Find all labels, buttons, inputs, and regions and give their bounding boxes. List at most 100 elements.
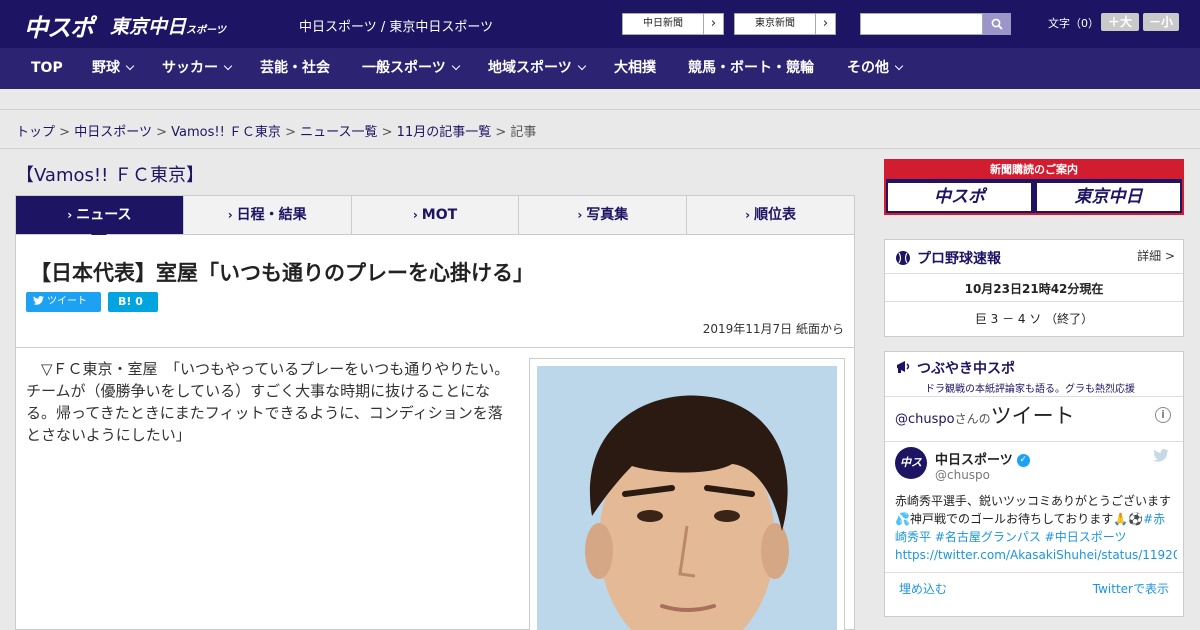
baseball-icon	[896, 251, 910, 265]
embed-link[interactable]: 埋め込む	[899, 580, 947, 597]
nav-label: TOP	[31, 60, 63, 76]
font-size-down-button[interactable]: －小	[1143, 13, 1179, 31]
divider	[885, 441, 1183, 442]
breadcrumb-link[interactable]: トップ	[16, 125, 55, 140]
header-bar: 中スポ 東京中日スポーツ 中日スポーツ / 東京中日スポーツ 中日新聞 › 東京…	[0, 0, 1200, 48]
subscribe-chuspo-button[interactable]: 中スポ	[888, 183, 1031, 211]
tweet-button[interactable]: ツイート	[26, 292, 101, 312]
breadcrumb-sep: >	[285, 125, 296, 140]
nav-label: 芸能・社会	[260, 60, 330, 76]
section-tabs: › ニュース › 日程・結果 › MOT › 写真集 › 順位表	[15, 195, 855, 242]
tab-label: 日程・結果	[236, 207, 307, 223]
twitter-bird-icon	[33, 296, 44, 305]
divider	[885, 273, 1183, 274]
tweets-header: @chuspoさんのツイート	[895, 400, 1075, 430]
baseball-title: プロ野球速報	[917, 251, 1001, 267]
breadcrumb-link[interactable]: ニュース一覧	[300, 125, 377, 140]
tweet-author-name[interactable]: 中日スポーツ ✓	[935, 449, 1030, 468]
score-timestamp: 10月23日21時42分現在	[964, 282, 1104, 296]
chevron-down-icon	[577, 61, 586, 71]
nav-item-top[interactable]: TOP	[31, 48, 63, 89]
nav-label: 野球	[92, 60, 120, 76]
chunichi-shimbun-button[interactable]: 中日新聞 ›	[622, 13, 724, 35]
nav-item-regional-sports[interactable]: 地域スポーツ	[488, 48, 586, 89]
verified-badge-icon: ✓	[1016, 454, 1030, 467]
article-text: ▽ＦＣ東京・室屋 「いつもやっているプレーをいつも通りやりたい。チームが（優勝争…	[26, 360, 510, 444]
nav-item-soccer[interactable]: サッカー	[162, 48, 233, 89]
view-on-twitter-link[interactable]: Twitterで表示	[1093, 580, 1169, 597]
nav-item-other[interactable]: その他	[847, 48, 904, 89]
subscribe-tokyo-button[interactable]: 東京中日	[1037, 183, 1180, 211]
chevron-right-icon: ›	[577, 208, 583, 222]
tab-news[interactable]: › ニュース	[16, 196, 183, 242]
megaphone-icon	[897, 361, 910, 373]
hatena-icon: B!	[118, 295, 132, 308]
tab-schedule-results[interactable]: › 日程・結果	[182, 196, 351, 234]
search-input[interactable]	[860, 13, 983, 35]
tweets-account-link[interactable]: @chuspo	[895, 412, 955, 427]
chunichi-shimbun-label: 中日新聞	[643, 18, 683, 29]
tab-photos[interactable]: › 写真集	[518, 196, 686, 234]
font-size-up-button[interactable]: ＋大	[1101, 13, 1139, 31]
twitter-bird-icon	[1153, 449, 1169, 466]
nav-label: 地域スポーツ	[488, 60, 572, 76]
search-icon	[991, 18, 1003, 30]
publish-date: 2019年11月7日 紙面から	[702, 322, 844, 336]
font-size-label: 文字（0）	[1048, 17, 1099, 30]
breadcrumb-link[interactable]: Vamos!! ＦＣ東京	[171, 125, 281, 140]
nav-item-sumo[interactable]: 大相撲	[614, 48, 656, 89]
nav-label: その他	[847, 60, 889, 76]
tokyo-shimbun-button[interactable]: 東京新聞 ›	[734, 13, 836, 35]
breadcrumb: トップ > 中日スポーツ > Vamos!! ＦＣ東京 > ニュース一覧 > 1…	[16, 121, 536, 140]
divider	[0, 148, 1200, 149]
breadcrumb-sep: >	[381, 125, 393, 140]
chevron-right-icon: ›	[412, 208, 418, 222]
avatar[interactable]: 中スポ	[895, 447, 927, 501]
baseball-detail-link[interactable]: 詳細 >	[1137, 247, 1175, 264]
subscription-banner: 新聞購読のご案内 中スポ 東京中日	[884, 159, 1184, 215]
chuspo-logo[interactable]: 中スポ	[24, 8, 94, 43]
site-links[interactable]: 中日スポーツ / 東京中日スポーツ	[299, 16, 493, 35]
player-portrait-image	[537, 366, 837, 630]
nav-item-entertainment[interactable]: 芸能・社会	[260, 48, 330, 89]
chevron-down-icon	[451, 61, 460, 71]
nav-item-baseball[interactable]: 野球	[92, 48, 135, 89]
tab-label: 写真集	[586, 207, 629, 223]
author-name-text: 中日スポーツ	[935, 453, 1013, 468]
player-photo[interactable]	[537, 366, 837, 630]
game-score[interactable]: 巨 3 － 4 ソ （終了）	[885, 310, 1183, 327]
info-icon[interactable]: i	[1155, 407, 1171, 423]
breadcrumb-link[interactable]: 11月の記事一覧	[397, 125, 492, 140]
nav-item-racing[interactable]: 競馬・ボート・競輪	[688, 48, 814, 89]
divider	[885, 396, 1183, 397]
hatena-bookmark-button[interactable]: B! 0	[108, 292, 158, 312]
nav-label: 大相撲	[614, 60, 656, 76]
tab-label: ニュース	[76, 207, 132, 223]
section-title[interactable]: 【Vamos!! ＦＣ東京】	[16, 161, 204, 187]
tokyo-logo-small: スポーツ	[186, 25, 226, 36]
nav-item-general-sports[interactable]: 一般スポーツ	[362, 48, 460, 89]
hatena-count: 0	[135, 295, 143, 308]
twitter-widget: つぶやき中スポ ドラ観戦の本紙評論家も語る。グラも熱烈応援 @chuspoさんの…	[884, 351, 1184, 617]
chevron-right-icon: ›	[67, 208, 73, 222]
tokyo-chunichi-logo[interactable]: 東京中日スポーツ	[110, 12, 226, 39]
chevron-down-icon	[125, 61, 135, 71]
chevron-down-icon	[894, 61, 904, 71]
search-button[interactable]	[983, 13, 1011, 35]
tab-mot[interactable]: › MOT	[350, 196, 519, 234]
chevron-right-icon: ›	[815, 14, 835, 34]
breadcrumb-link[interactable]: 中日スポーツ	[74, 125, 152, 140]
tweet-url-link[interactable]: https://twitter.com/AkasakiShuhei/status…	[895, 546, 1177, 564]
tweet-body: 赤崎秀平選手、鋭いツッコミありがとうございます💦神戸戦でのゴールお待ちしておりま…	[895, 494, 1172, 526]
subnav-strip	[0, 89, 1200, 110]
tweet-author-handle[interactable]: @chuspo	[935, 468, 990, 482]
tweet-label: ツイート	[47, 296, 87, 307]
divider	[885, 301, 1183, 302]
article-body: ▽ＦＣ東京・室屋 「いつもやっているプレーをいつも通りやりたい。チームが（優勝争…	[15, 348, 855, 630]
main-nav: TOP 野球 サッカー 芸能・社会 一般スポーツ 地域スポーツ 大相撲 競馬・ボ…	[0, 48, 1200, 89]
article-headline: 【日本代表】室屋「いつも通りのプレーを心掛ける」	[30, 261, 534, 285]
nav-label: 競馬・ボート・競輪	[688, 60, 814, 76]
tab-standings[interactable]: › 順位表	[686, 196, 854, 234]
breadcrumb-sep: >	[495, 125, 507, 140]
tab-label: 順位表	[754, 207, 797, 223]
